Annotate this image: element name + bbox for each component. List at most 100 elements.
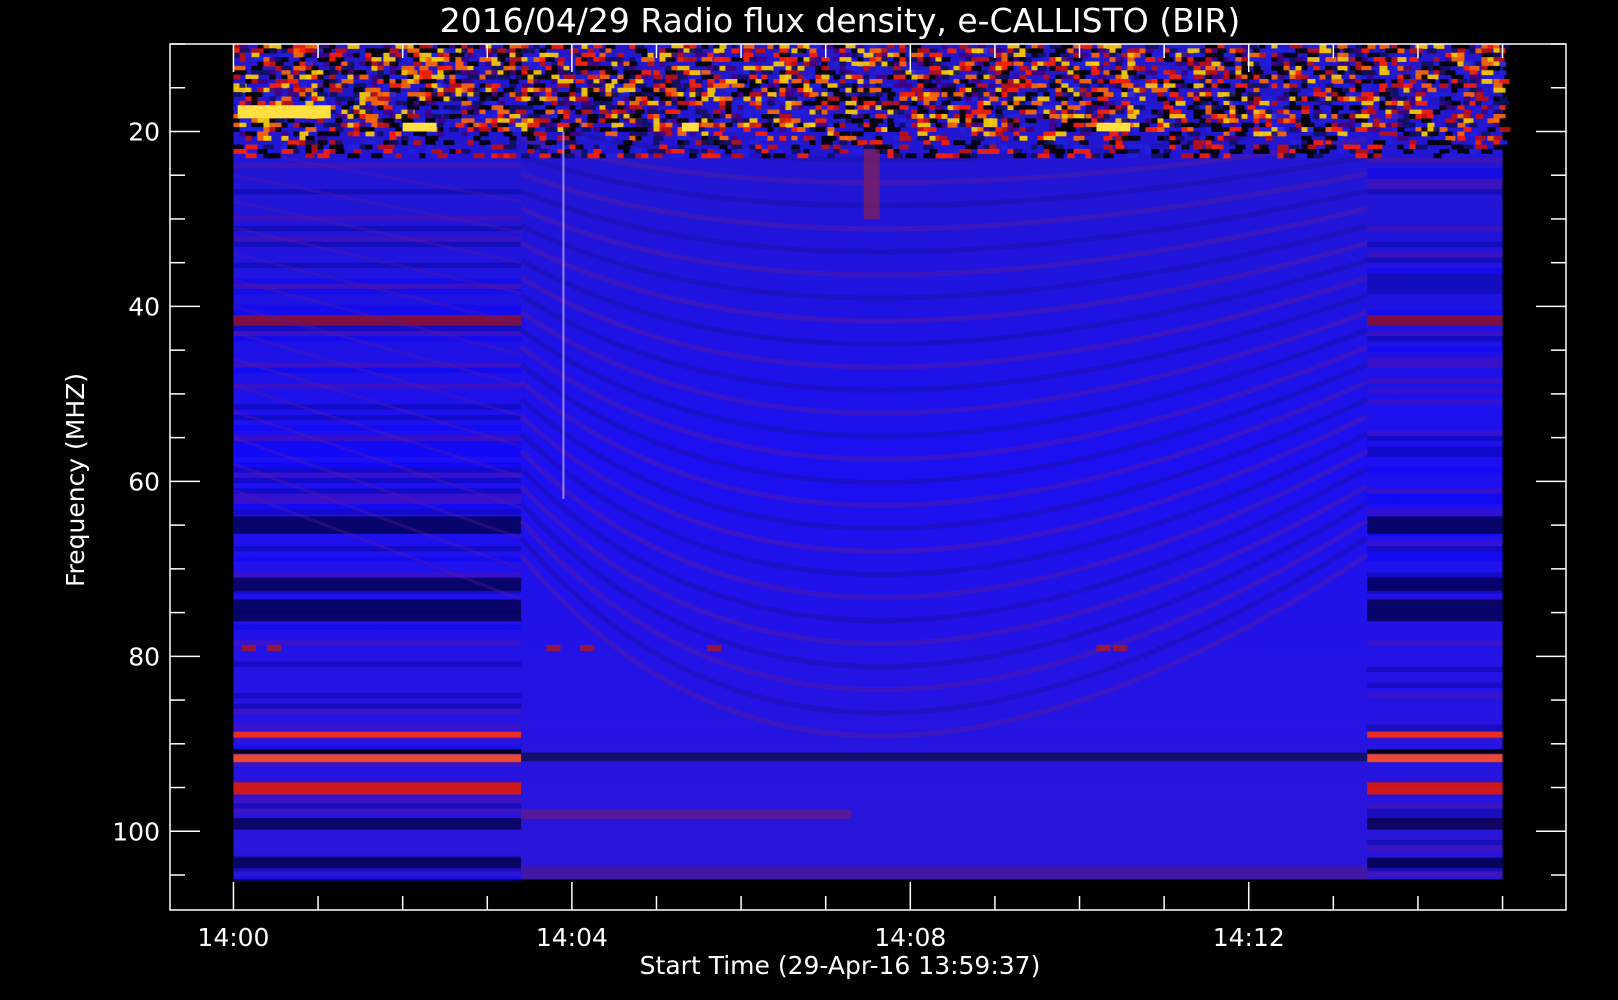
noise-pixel (293, 61, 300, 67)
noise-pixel (605, 52, 612, 58)
noise-pixel (1271, 113, 1285, 119)
noise-pixel (1289, 52, 1298, 58)
noise-pixel (785, 92, 794, 97)
noise-pixel (1301, 105, 1310, 111)
noise-pixel (713, 74, 721, 80)
noise-pixel (1049, 122, 1058, 128)
noise-pixel (1085, 100, 1093, 106)
noise-pixel (761, 113, 775, 119)
noise-pixel (1253, 100, 1260, 106)
noise-pixel (959, 122, 967, 128)
noise-pixel (575, 118, 582, 124)
noise-pixel (887, 122, 895, 128)
noise-pixel (269, 87, 283, 93)
noise-pixel (557, 87, 569, 93)
noise-pixel (701, 92, 708, 97)
noise-pixel (551, 153, 561, 159)
noise-pixel (1013, 96, 1026, 102)
noise-pixel (545, 65, 553, 71)
noise-pixel (1289, 144, 1300, 150)
noise-pixel (905, 92, 916, 97)
noise-pixel (1217, 57, 1225, 62)
noise-pixel (953, 92, 964, 97)
noise-pixel (785, 87, 796, 93)
noise-pixel (491, 153, 498, 159)
noise-pixel (965, 74, 977, 80)
noise-pixel (1469, 148, 1478, 154)
noise-pixel (1055, 92, 1063, 97)
noise-pixel (797, 48, 807, 54)
noise-pixel (719, 96, 733, 102)
noise-pixel (1121, 135, 1129, 141)
noise-pixel (1205, 118, 1212, 124)
noise-pixel (1097, 96, 1109, 102)
noise-pixel (233, 74, 241, 80)
noise-pixel (1379, 65, 1388, 71)
noise-pixel (611, 92, 619, 97)
noise-pixel (629, 113, 643, 119)
noise-pixel (287, 140, 300, 146)
band-stripe (233, 435, 522, 442)
noise-pixel (929, 92, 940, 97)
band-stripe (1367, 257, 1503, 263)
noise-pixel (713, 48, 725, 54)
noise-pixel (389, 61, 399, 67)
noise-pixel (419, 96, 426, 102)
noise-pixel (767, 144, 778, 150)
noise-pixel (1061, 122, 1074, 128)
noise-pixel (893, 65, 901, 71)
noise-pixel (299, 57, 306, 62)
noise-pixel (779, 135, 787, 141)
noise-pixel (371, 48, 378, 54)
noise-pixel (1055, 144, 1064, 150)
noise-pixel (1271, 52, 1278, 58)
noise-pixel (1475, 135, 1486, 141)
noise-pixel (341, 105, 350, 111)
noise-pixel (521, 122, 528, 128)
noise-pixel (1451, 57, 1465, 62)
noise-pixel (251, 92, 263, 97)
noise-pixel (1349, 127, 1357, 132)
noise-pixel (1427, 65, 1435, 71)
noise-pixel (1031, 52, 1038, 58)
noise-pixel (449, 127, 459, 132)
noise-pixel (1235, 83, 1242, 89)
noise-pixel (905, 153, 917, 159)
noise-pixel (1409, 87, 1417, 93)
noise-pixel (1001, 78, 1009, 84)
band-stripe (233, 304, 522, 310)
noise-pixel (1199, 153, 1210, 159)
noise-pixel (911, 100, 918, 106)
noise-pixel (1013, 153, 1027, 159)
noise-pixel (1379, 70, 1390, 76)
noise-pixel (1025, 92, 1032, 97)
noise-pixel (1355, 96, 1369, 102)
noise-pixel (995, 127, 1003, 132)
noise-pixel (899, 61, 907, 67)
noise-pixel (365, 52, 373, 58)
noise-pixel (1403, 83, 1413, 89)
noise-pixel (1421, 109, 1433, 115)
noise-pixel (257, 48, 264, 54)
noise-pixel (389, 48, 399, 54)
noise-pixel (869, 96, 880, 102)
noise-pixel (677, 135, 690, 141)
noise-pixel (1355, 148, 1369, 154)
noise-pixel (755, 148, 763, 154)
noise-pixel (809, 92, 819, 97)
noise-pixel (989, 61, 997, 67)
noise-pixel (1283, 52, 1291, 58)
noise-pixel (1475, 144, 1488, 150)
noise-pixel (1223, 57, 1230, 62)
noise-pixel (929, 83, 937, 89)
noise-pixel (899, 118, 907, 124)
noise-pixel (1493, 140, 1501, 146)
noise-pixel (737, 105, 744, 111)
noise-pixel (1337, 65, 1348, 71)
noise-pixel (1097, 109, 1111, 115)
noise-pixel (653, 83, 660, 89)
noise-pixel (1103, 113, 1110, 119)
noise-pixel (785, 57, 799, 62)
noise-pixel (695, 118, 703, 124)
noise-pixel (1463, 127, 1472, 132)
